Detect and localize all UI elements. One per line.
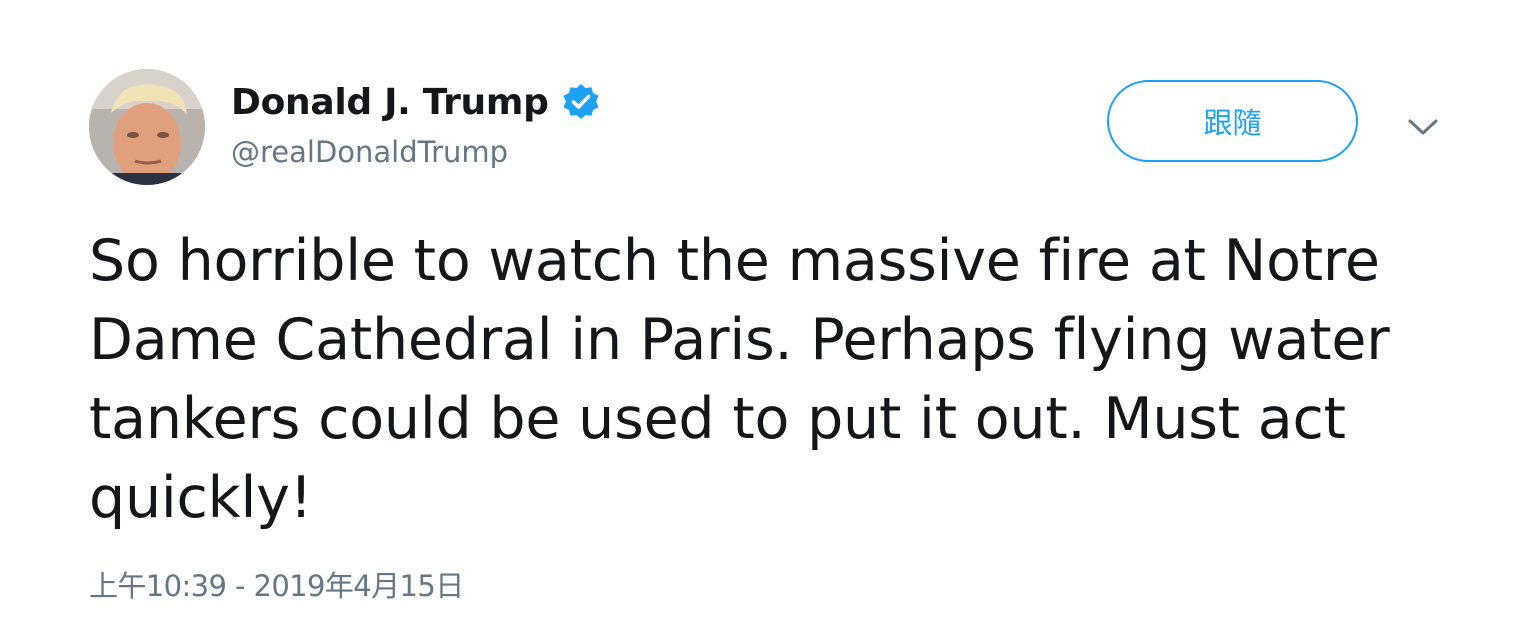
avatar-image [89,69,205,185]
tweet-timestamp[interactable]: 上午10:39 - 2019年4月15日 [89,563,464,605]
author-handle[interactable]: @realDonaldTrump [231,135,508,169]
tweet-text: So horrible to watch the massive fire at… [89,228,1390,531]
author-name-row[interactable]: Donald J. Trump [231,78,601,126]
chevron-down-icon[interactable] [1401,112,1445,142]
author-display-name[interactable]: Donald J. Trump [231,82,549,123]
tweet-card: Donald J. Trump @realDonaldTrump 跟隨 So h… [0,0,1538,625]
follow-button[interactable]: 跟隨 [1107,80,1358,162]
verified-badge-icon [561,82,601,122]
author-avatar[interactable] [89,69,205,185]
